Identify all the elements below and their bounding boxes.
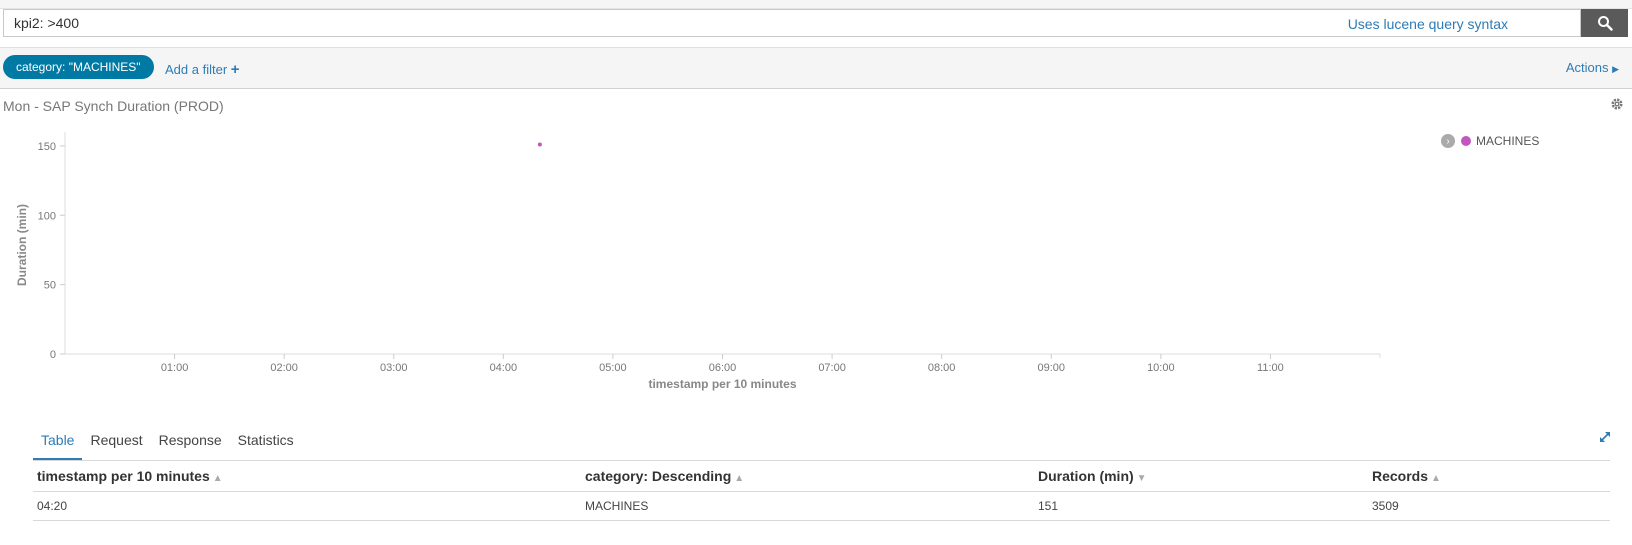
actions-button[interactable]: Actions ▶: [1566, 60, 1619, 75]
sort-icon: ▲︎: [734, 473, 745, 484]
tab-table[interactable]: Table: [33, 428, 83, 460]
x-tick-label: 08:00: [928, 362, 956, 374]
x-tick-label: 09:00: [1037, 362, 1065, 374]
plus-icon: +: [230, 61, 240, 78]
sort-down-icon: ▼︎: [1136, 473, 1147, 484]
legend-marker: [1461, 136, 1471, 146]
caret-right-icon: ▶: [1612, 64, 1619, 74]
x-tick-label: 04:00: [490, 362, 518, 374]
y-tick-label: 100: [38, 210, 56, 222]
sort-icon: ▲︎: [1431, 473, 1441, 484]
y-tick-label: 50: [44, 280, 56, 292]
tab-request[interactable]: Request: [82, 428, 150, 460]
sort-icon: ▲︎: [212, 473, 223, 484]
cell-records: 3509: [1368, 491, 1610, 521]
filter-bar: category: "MACHINES" Add a filter + Acti…: [0, 47, 1632, 89]
tab-statistics[interactable]: Statistics: [230, 428, 302, 460]
search-button[interactable]: [1581, 9, 1628, 37]
x-tick-label: 06:00: [709, 362, 737, 374]
search-icon: [1597, 16, 1613, 31]
panel-settings-button[interactable]: [1610, 97, 1624, 116]
column-header-category[interactable]: category: Descending ▲︎: [581, 460, 1034, 492]
column-header-timestamp[interactable]: timestamp per 10 minutes ▲︎: [33, 460, 581, 492]
query-bar: Uses lucene query syntax: [3, 9, 1628, 39]
panel-title: Mon - SAP Synch Duration (PROD): [3, 98, 224, 114]
x-tick-label: 10:00: [1147, 362, 1175, 374]
actions-label: Actions: [1565, 60, 1609, 75]
x-tick-label: 03:00: [380, 362, 408, 374]
y-tick-label: 0: [50, 349, 56, 361]
top-strip: [0, 0, 1632, 9]
scatter-chart: 0 50 100 150 01:00 02:00 03:00 04:00 05:00 06:00 0…: [15, 132, 1381, 391]
table-header-row: timestamp per 10 minutes ▲︎ category: Des…: [33, 460, 1610, 492]
tab-response[interactable]: Response: [151, 428, 230, 460]
x-tick-label: 11:00: [1257, 362, 1284, 374]
add-filter-button[interactable]: Add a filter +: [165, 61, 240, 78]
x-tick-label: 02:00: [270, 362, 298, 374]
x-tick-label: 05:00: [599, 362, 627, 374]
data-table: timestamp per 10 minutes ▲︎ category: Des…: [33, 460, 1610, 521]
column-header-duration[interactable]: Duration (min) ▼︎: [1034, 460, 1368, 492]
x-axis-label: timestamp per 10 minutes: [648, 377, 796, 391]
search-input[interactable]: [3, 9, 1581, 37]
lucene-syntax-link[interactable]: Uses lucene query syntax: [1348, 16, 1508, 32]
inspector-tabs: Table Request Response Statistics: [33, 428, 302, 460]
expand-button[interactable]: [1598, 430, 1612, 449]
y-tick-label: 150: [38, 141, 56, 153]
cell-category: MACHINES: [581, 491, 1034, 521]
chart-legend: › MACHINES: [1441, 134, 1539, 148]
legend-item-machines[interactable]: MACHINES: [1476, 134, 1539, 148]
filter-pill-category[interactable]: category: "MACHINES": [3, 55, 154, 79]
expand-icon: [1600, 432, 1610, 442]
cell-timestamp: 04:20: [33, 491, 581, 521]
column-header-records[interactable]: Records ▲︎: [1368, 460, 1610, 492]
legend-toggle-button[interactable]: ›: [1441, 134, 1455, 148]
table-row: 04:20 MACHINES 151 3509: [33, 491, 1610, 521]
cell-duration: 151: [1034, 491, 1368, 521]
data-point: [537, 142, 542, 147]
gear-icon: [1611, 98, 1623, 110]
y-axis-label: Duration (min): [15, 204, 29, 286]
x-tick-label: 07:00: [818, 362, 846, 374]
add-filter-label: Add a filter: [165, 62, 228, 77]
x-tick-label: 01:00: [161, 362, 189, 374]
